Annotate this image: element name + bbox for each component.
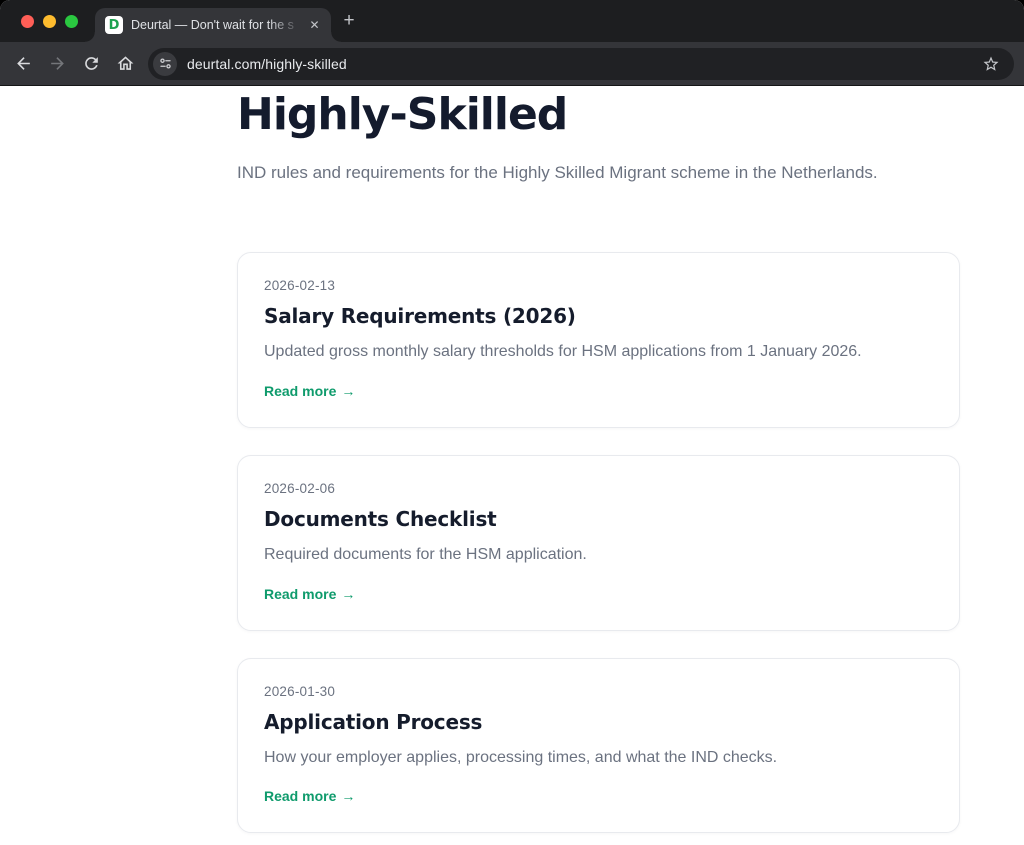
read-more-label: Read more — [264, 383, 336, 399]
site-settings-button[interactable] — [153, 52, 177, 76]
minimize-window-button[interactable] — [43, 15, 56, 28]
browser-tab[interactable]: D Deurtal — Don't wait for the s ✕ — [95, 8, 331, 42]
article-card: 2026-02-06 Documents Checklist Required … — [237, 455, 960, 631]
home-button[interactable] — [108, 47, 142, 81]
article-description: How your employer applies, processing ti… — [264, 747, 933, 769]
reload-icon — [82, 54, 101, 73]
star-icon — [982, 55, 1000, 73]
browser-window: D Deurtal — Don't wait for the s ✕ + — [0, 0, 1024, 845]
page-container: Highly-Skilled IND rules and requirement… — [0, 86, 1024, 833]
read-more-link[interactable]: Read more → — [264, 586, 355, 602]
page-viewport: Highly-Skilled IND rules and requirement… — [0, 86, 1024, 845]
article-date: 2026-02-06 — [264, 481, 933, 496]
forward-button[interactable] — [40, 47, 74, 81]
maximize-window-button[interactable] — [65, 15, 78, 28]
read-more-label: Read more — [264, 586, 336, 602]
article-description: Updated gross monthly salary thresholds … — [264, 341, 933, 363]
read-more-link[interactable]: Read more → — [264, 788, 355, 804]
reload-button[interactable] — [74, 47, 108, 81]
url-text: deurtal.com/highly-skilled — [187, 56, 978, 72]
new-tab-button[interactable]: + — [337, 9, 361, 33]
site-favicon-icon: D — [105, 16, 123, 34]
article-card: 2026-02-13 Salary Requirements (2026) Up… — [237, 252, 960, 428]
home-icon — [116, 54, 135, 73]
browser-toolbar: deurtal.com/highly-skilled — [0, 42, 1024, 86]
arrow-right-icon: → — [341, 383, 355, 399]
page-title: Highly-Skilled — [237, 90, 960, 141]
back-arrow-icon — [14, 54, 33, 73]
arrow-right-icon: → — [341, 586, 355, 602]
close-window-button[interactable] — [21, 15, 34, 28]
read-more-label: Read more — [264, 788, 336, 804]
tab-close-icon[interactable]: ✕ — [306, 17, 323, 34]
window-controls — [21, 15, 78, 28]
tab-title: Deurtal — Don't wait for the s — [131, 18, 306, 32]
back-button[interactable] — [6, 47, 40, 81]
forward-arrow-icon — [48, 54, 67, 73]
arrow-right-icon: → — [341, 788, 355, 804]
article-title: Application Process — [264, 710, 933, 734]
tune-icon — [158, 56, 173, 71]
article-date: 2026-02-13 — [264, 278, 933, 293]
bookmark-button[interactable] — [978, 51, 1004, 77]
article-date: 2026-01-30 — [264, 684, 933, 699]
read-more-link[interactable]: Read more → — [264, 383, 355, 399]
article-title: Salary Requirements (2026) — [264, 304, 933, 328]
article-card-list: 2026-02-13 Salary Requirements (2026) Up… — [237, 252, 960, 833]
page-subtitle: IND rules and requirements for the Highl… — [237, 161, 960, 185]
article-title: Documents Checklist — [264, 507, 933, 531]
tab-strip: D Deurtal — Don't wait for the s ✕ + — [0, 0, 1024, 42]
article-description: Required documents for the HSM applicati… — [264, 544, 933, 566]
address-bar[interactable]: deurtal.com/highly-skilled — [148, 48, 1014, 80]
article-card: 2026-01-30 Application Process How your … — [237, 658, 960, 834]
